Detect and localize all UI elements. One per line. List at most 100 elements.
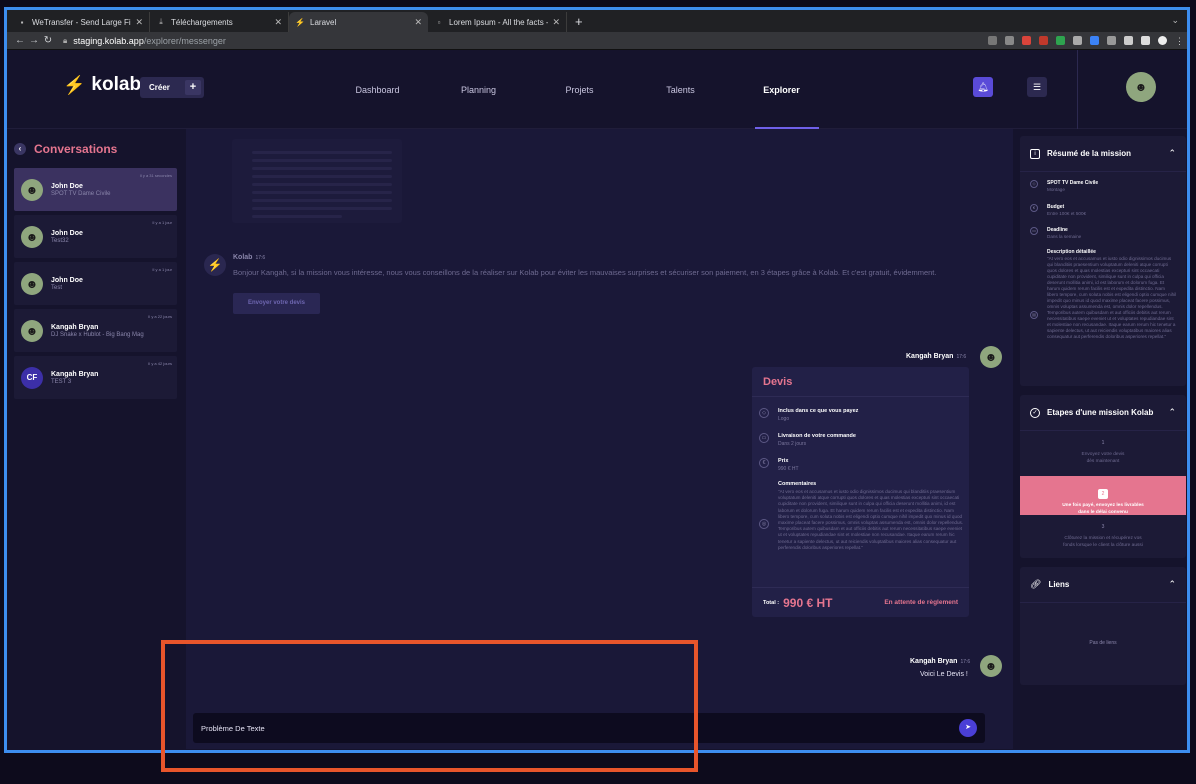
forward-arrow-icon[interactable]: → bbox=[27, 35, 41, 46]
conversation-list: ☻ John Doe SPOT TV Dame Civile Il y a 31… bbox=[14, 168, 177, 403]
browser-tab-lorem[interactable]: ▫ Lorem Ipsum - All the facts - L ✕ bbox=[428, 12, 567, 32]
info-icon: i bbox=[1030, 148, 1040, 159]
sidepanel-icon[interactable] bbox=[1141, 36, 1150, 45]
step-item: 1 Envoyez votre devis dès maintenant bbox=[1081, 440, 1125, 464]
conversation-item[interactable]: ☻ Kangah Bryan DJ Snake x Hublot - Big B… bbox=[14, 309, 177, 352]
bell-icon: 🔔︎ bbox=[977, 81, 989, 92]
menu-icon[interactable]: ⋮ bbox=[1175, 36, 1184, 46]
links-card: 🔗︎ Liens ⌃ Pas de liens bbox=[1020, 567, 1186, 685]
conversations-header: ‹ Conversations bbox=[14, 142, 117, 156]
send-quote-button[interactable]: Envoyer votre devis bbox=[233, 293, 320, 314]
nav-dashboard[interactable]: Dashboard bbox=[327, 50, 428, 129]
header-divider bbox=[1077, 50, 1078, 129]
back-chevron-icon[interactable]: ‹ bbox=[14, 143, 26, 155]
previous-message-card bbox=[232, 139, 402, 223]
nav-projets[interactable]: Projets bbox=[529, 50, 630, 129]
mission-steps-header[interactable]: ✓ Etapes d'une mission Kolab ⌃ bbox=[1020, 395, 1186, 431]
extension-icon[interactable] bbox=[1056, 36, 1065, 45]
message-input[interactable]: Problème De Texte bbox=[201, 724, 959, 733]
browser-window: ▪ WeTransfer - Send Large Files ✕ ⤓ Télé… bbox=[4, 7, 1190, 753]
download-icon: ⤓ bbox=[159, 17, 163, 26]
quote-card: Devis ◇ Inclus dans ce que vous payez Log… bbox=[752, 367, 969, 617]
wetransfer-icon: ▪ bbox=[20, 17, 24, 27]
conversation-time: Il y a 1 jour bbox=[152, 220, 172, 225]
kolab-logo[interactable]: ⚡ kolab bbox=[63, 74, 141, 96]
avatar: ☻ bbox=[980, 346, 1002, 368]
conversation-item[interactable]: CF Kangah Bryan TEST 3 Il y a 42 jours bbox=[14, 356, 177, 399]
share-icon[interactable] bbox=[988, 36, 997, 45]
url-field[interactable]: 🔒︎ staging.kolab.app/explorer/messenger bbox=[63, 36, 988, 46]
message-composer[interactable]: Problème De Texte ➤ bbox=[193, 713, 985, 743]
layers-icon: ◇ bbox=[1030, 180, 1038, 188]
close-icon[interactable]: ✕ bbox=[135, 17, 143, 28]
chat-panel: ⚡ Kolab 17:6 Bonjour Kangah, si la missio… bbox=[186, 129, 1013, 749]
avatar: ☻ bbox=[21, 319, 43, 342]
quote-total: Total : 990 € HT En attente de règlement bbox=[752, 587, 969, 617]
page-icon: ▫ bbox=[437, 17, 441, 27]
avatar: ☻ bbox=[21, 178, 43, 201]
euro-icon: € bbox=[759, 458, 769, 468]
browser-tab-wetransfer[interactable]: ▪ WeTransfer - Send Large Files ✕ bbox=[11, 12, 150, 32]
conversation-item[interactable]: ☻ John Doe Test32 Il y a 1 jour bbox=[14, 215, 177, 258]
chevron-up-icon[interactable]: ⌃ bbox=[1168, 148, 1176, 159]
nav-planning[interactable]: Planning bbox=[428, 50, 529, 129]
mission-description: ▤ Description détaillée "At vero eos et a… bbox=[1030, 249, 1177, 340]
new-tab-button[interactable]: + bbox=[567, 14, 591, 32]
layers-icon: ◇ bbox=[759, 408, 769, 418]
extension-icon[interactable] bbox=[1073, 36, 1082, 45]
calendar-icon: ▭ bbox=[1030, 227, 1038, 235]
avatar: ☻ bbox=[980, 655, 1002, 677]
conversation-item[interactable]: ☻ John Doe Test Il y a 1 jour bbox=[14, 262, 177, 305]
create-button[interactable]: Créer + bbox=[140, 77, 204, 98]
chevron-up-icon[interactable]: ⌃ bbox=[1168, 407, 1176, 418]
step-item-active: 2 Une fois payé, envoyez les livrables d… bbox=[1020, 476, 1186, 515]
close-icon[interactable]: ✕ bbox=[274, 17, 282, 28]
sliders-icon: ☰ bbox=[1032, 81, 1042, 92]
mission-budget: € Budget Entre 100€ et 500€ bbox=[1030, 204, 1086, 217]
links-header[interactable]: 🔗︎ Liens ⌃ bbox=[1020, 567, 1186, 603]
quote-title: Devis bbox=[752, 367, 969, 397]
quote-delivery: ▭ Livraison de votre commande Dans 2 jour… bbox=[759, 433, 856, 447]
conversation-time: Il y a 42 jours bbox=[148, 361, 172, 366]
devis-sender: Kangah Bryan 17:6 bbox=[906, 353, 967, 360]
conversation-item[interactable]: ☻ John Doe SPOT TV Dame Civile Il y a 31… bbox=[14, 168, 177, 211]
send-button[interactable]: ➤ bbox=[959, 719, 977, 737]
close-icon[interactable]: ✕ bbox=[414, 17, 422, 28]
document-icon: ▤ bbox=[1030, 311, 1038, 319]
main-area: ‹ Conversations ☻ John Doe SPOT TV Dame … bbox=[7, 129, 1187, 749]
bottom-strip bbox=[7, 752, 1190, 753]
settings-button[interactable]: ☰ bbox=[1027, 77, 1047, 97]
browser-tab-downloads[interactable]: ⤓ Téléchargements ✕ bbox=[150, 12, 289, 32]
user-avatar[interactable]: ☻ bbox=[1126, 72, 1156, 102]
send-icon: ➤ bbox=[965, 724, 971, 731]
conversation-time: Il y a 31 secondes bbox=[139, 173, 172, 178]
extension-icon[interactable] bbox=[1107, 36, 1116, 45]
browser-tab-laravel[interactable]: ⚡ Laravel ✕ bbox=[289, 12, 428, 32]
mission-steps-card: ✓ Etapes d'une mission Kolab ⌃ 1 Envoyez… bbox=[1020, 395, 1186, 558]
calendar-icon: ▭ bbox=[759, 433, 769, 443]
puzzle-icon[interactable] bbox=[1124, 36, 1133, 45]
profile-icon[interactable] bbox=[1158, 36, 1167, 45]
nav-explorer[interactable]: Explorer bbox=[731, 50, 832, 129]
chevron-down-icon[interactable]: ⌄ bbox=[1171, 15, 1179, 26]
back-arrow-icon[interactable]: ← bbox=[13, 35, 27, 46]
chevron-up-icon[interactable]: ⌃ bbox=[1168, 579, 1176, 590]
status-badge: En attente de règlement bbox=[884, 599, 958, 606]
extension-icon[interactable] bbox=[1022, 36, 1031, 45]
browser-tabbar: ▪ WeTransfer - Send Large Files ✕ ⤓ Télé… bbox=[7, 10, 1187, 32]
quote-comments: ◎ Commentaires "At vero eos et accusamus … bbox=[759, 481, 965, 551]
notification-bell-button[interactable]: 🔔︎ bbox=[973, 77, 993, 97]
star-icon[interactable] bbox=[1005, 36, 1014, 45]
bolt-icon: ⚡ bbox=[63, 74, 86, 95]
conversations-panel: ‹ Conversations ☻ John Doe SPOT TV Dame … bbox=[7, 129, 186, 749]
extension-icon[interactable] bbox=[1090, 36, 1099, 45]
main-nav: Dashboard Planning Projets Talents Explo… bbox=[327, 50, 832, 129]
extension-icon[interactable] bbox=[1039, 36, 1048, 45]
nav-talents[interactable]: Talents bbox=[630, 50, 731, 129]
mission-summary-header[interactable]: i Résumé de la mission ⌃ bbox=[1020, 136, 1186, 172]
close-icon[interactable]: ✕ bbox=[552, 17, 560, 28]
reload-icon[interactable]: ↻ bbox=[41, 35, 55, 46]
mission-deadline: ▭ Deadline Dans la semaine bbox=[1030, 227, 1081, 240]
quote-price: € Prix 990 € HT bbox=[759, 458, 799, 472]
conversation-time: Il y a 22 jours bbox=[148, 314, 172, 319]
